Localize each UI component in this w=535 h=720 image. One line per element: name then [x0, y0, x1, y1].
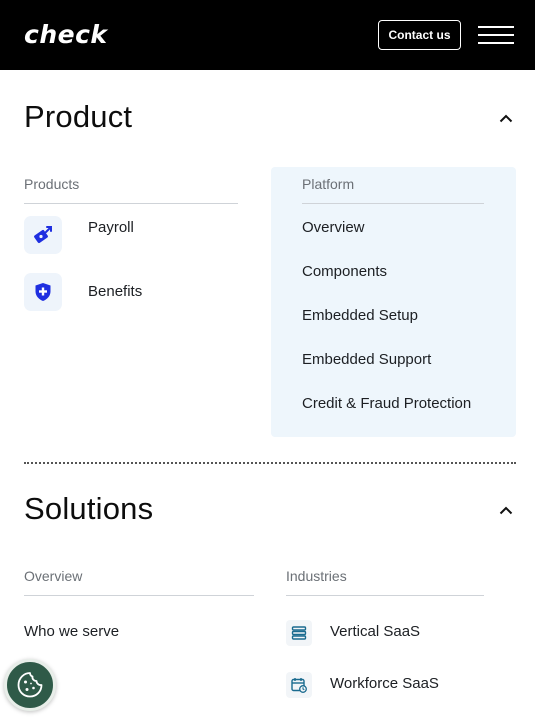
benefits-shield-icon	[24, 273, 62, 311]
menu-item-embedded-setup[interactable]: Embedded Setup	[302, 307, 418, 324]
solutions-section-title[interactable]: Solutions	[24, 491, 153, 527]
menu-line	[478, 26, 514, 28]
top-navigation-bar: check Contact us	[0, 0, 535, 70]
chevron-up-icon[interactable]	[496, 108, 516, 128]
check-logo[interactable]: check	[24, 18, 108, 52]
menu-item-payroll[interactable]: Payroll	[88, 219, 134, 236]
menu-line	[478, 42, 514, 44]
menu-item-components[interactable]: Components	[302, 263, 387, 280]
platform-heading: Platform	[302, 176, 355, 192]
cookie-settings-button[interactable]	[4, 659, 56, 711]
menu-item-credit-fraud-protection[interactable]: Credit & Fraud Protection	[302, 395, 471, 412]
menu-item-benefits[interactable]: Benefits	[88, 283, 142, 300]
overview-heading: Overview	[24, 568, 83, 584]
platform-divider	[302, 203, 484, 204]
menu-item-embedded-support[interactable]: Embedded Support	[302, 351, 431, 368]
calendar-clock-icon	[286, 672, 312, 698]
menu-item-vertical-saas[interactable]: Vertical SaaS	[330, 623, 420, 640]
menu-item-overview[interactable]: Overview	[302, 219, 365, 236]
product-section-title[interactable]: Product	[24, 99, 132, 135]
chevron-up-icon[interactable]	[496, 500, 516, 520]
overview-divider	[24, 595, 254, 596]
payroll-money-icon	[24, 216, 62, 254]
industries-divider	[286, 595, 484, 596]
menu-item-who-we-serve[interactable]: Who we serve	[24, 623, 119, 640]
menu-item-workforce-saas[interactable]: Workforce SaaS	[330, 675, 439, 692]
stacked-layers-icon	[286, 620, 312, 646]
section-divider	[24, 462, 516, 464]
menu-line	[478, 34, 514, 36]
products-divider	[24, 203, 238, 204]
industries-heading: Industries	[286, 568, 347, 584]
contact-us-button[interactable]: Contact us	[378, 20, 461, 50]
cookie-icon	[17, 672, 43, 698]
hamburger-menu-icon[interactable]	[478, 24, 514, 46]
products-heading: Products	[24, 176, 80, 192]
